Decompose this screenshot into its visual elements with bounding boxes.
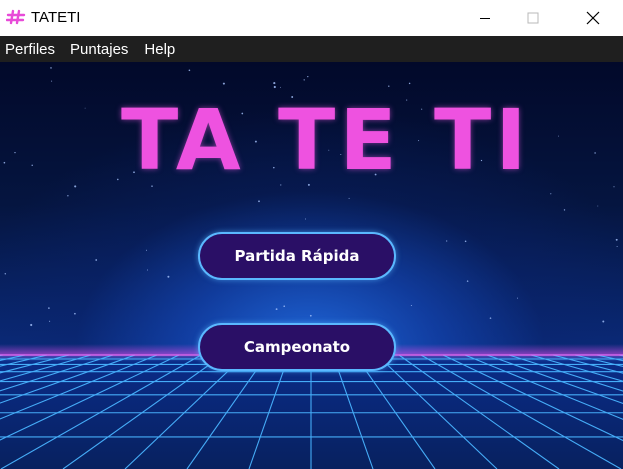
minimize-icon	[480, 18, 490, 19]
hash-icon	[5, 9, 26, 25]
menu-puntajes[interactable]: Puntajes	[65, 36, 133, 62]
game-background: TA TE TI Partida Rápida Campeonato	[0, 62, 623, 469]
window-title: TATETI	[31, 9, 81, 26]
maximize-button[interactable]	[510, 0, 556, 36]
menu-help[interactable]: Help	[139, 36, 180, 62]
menu-perfiles[interactable]: Perfiles	[0, 36, 60, 62]
maximize-icon	[527, 12, 539, 24]
minimize-button[interactable]	[462, 0, 508, 36]
title-bar: TATETI	[0, 0, 623, 36]
championship-button[interactable]: Campeonato	[198, 323, 396, 371]
menu-bar: Perfiles Puntajes Help	[0, 36, 623, 62]
close-icon	[586, 11, 600, 25]
close-button[interactable]	[570, 0, 616, 36]
game-title: TA TE TI	[121, 91, 531, 189]
quick-match-button[interactable]: Partida Rápida	[198, 232, 396, 280]
